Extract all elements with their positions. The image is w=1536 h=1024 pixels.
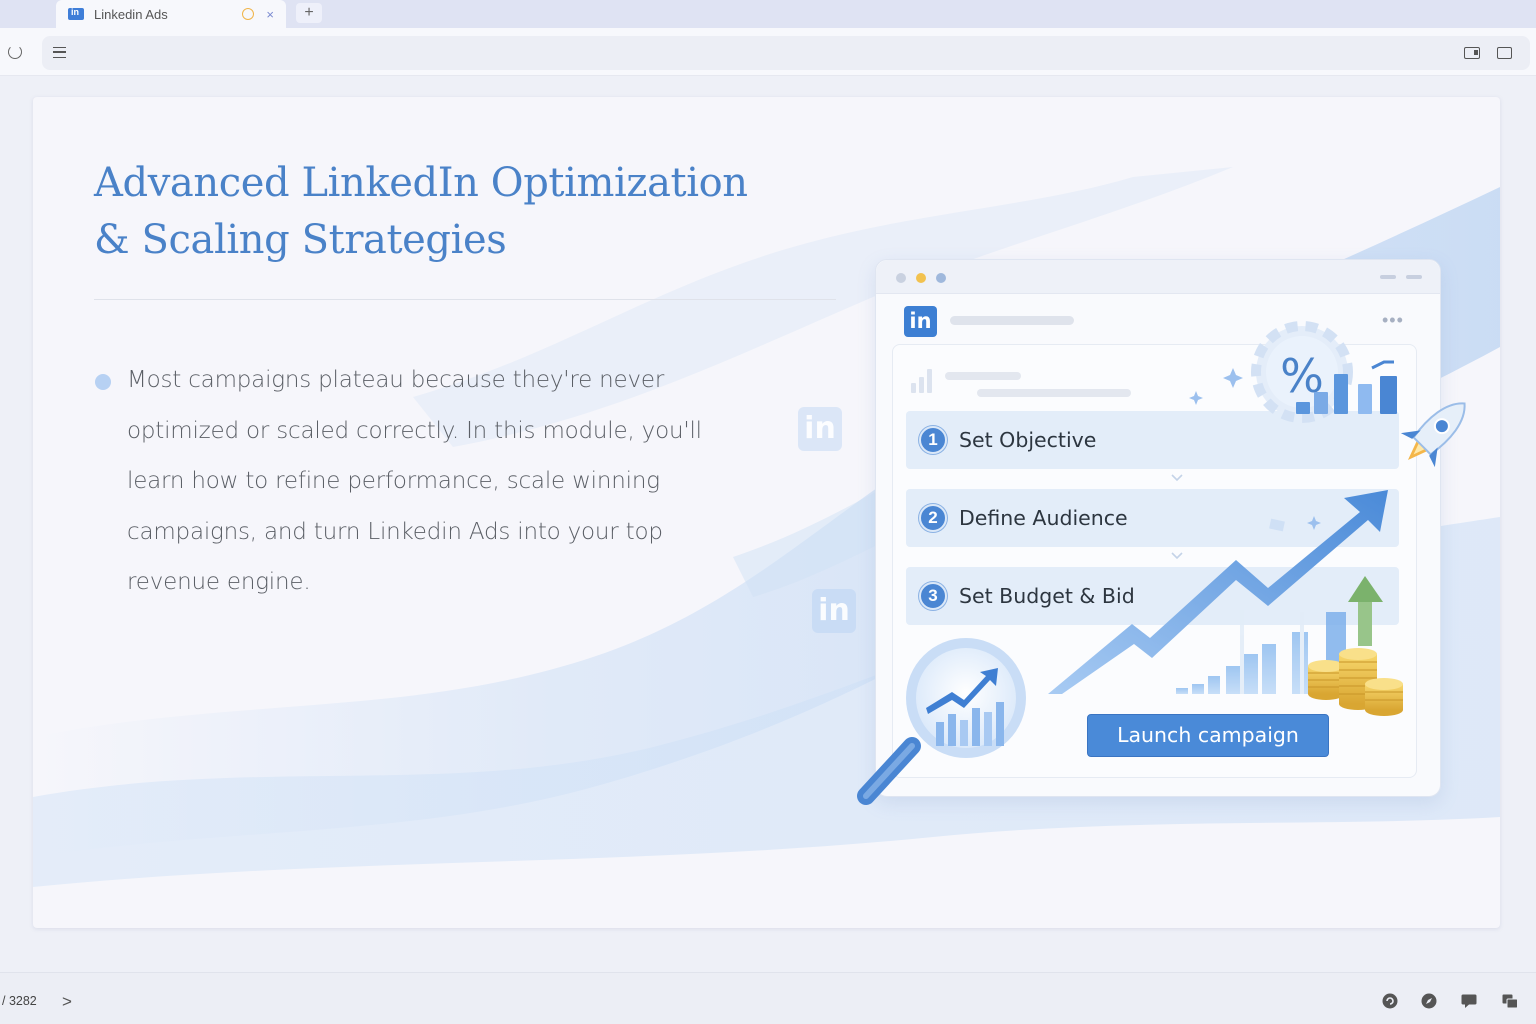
- title-line-2: & Scaling Strategies: [94, 217, 507, 263]
- timer-icon: [242, 8, 255, 20]
- browser-toolbar: [0, 28, 1536, 76]
- linkedin-watermark-icon: in: [812, 589, 856, 633]
- translate-icon[interactable]: [1382, 993, 1398, 1009]
- step-define-audience[interactable]: 2 Define Audience: [906, 489, 1399, 547]
- text-placeholder: [977, 389, 1131, 397]
- window-dot: [916, 273, 926, 283]
- header-placeholder: [950, 316, 1074, 325]
- step-set-objective[interactable]: 1 Set Objective: [906, 411, 1399, 469]
- browser-tab[interactable]: Linkedin Ads ×: [56, 0, 286, 28]
- step-set-budget-bid[interactable]: 3 Set Budget & Bid: [906, 567, 1399, 625]
- linkedin-watermark-icon: in: [798, 407, 842, 451]
- title-divider: [94, 299, 836, 300]
- tab-bar: Linkedin Ads × +: [0, 0, 1536, 28]
- menu-icon[interactable]: [53, 47, 66, 58]
- presentation-slide: Advanced LinkedIn Optimization & Scaling…: [33, 97, 1500, 928]
- window-control: [1380, 275, 1396, 279]
- page-counter: / 3282: [2, 994, 37, 1008]
- tab-title: Linkedin Ads: [94, 6, 168, 22]
- bullet-point: [95, 374, 111, 390]
- chevron-down-icon: [1171, 474, 1183, 482]
- step-label: Set Objective: [959, 428, 1097, 452]
- linkedin-logo-icon: in: [904, 306, 937, 337]
- step-label: Set Budget & Bid: [959, 584, 1135, 608]
- reader-view-icon[interactable]: [1464, 47, 1480, 59]
- slide-body-text: Most campaigns plateau because they're n…: [127, 367, 702, 595]
- step-number-badge: 2: [919, 504, 947, 532]
- launch-campaign-button[interactable]: Launch campaign: [1087, 714, 1329, 757]
- window-dot: [896, 273, 906, 283]
- more-options-icon: •••: [1382, 310, 1404, 330]
- linkedin-favicon-icon: [68, 7, 84, 20]
- window-control: [1406, 275, 1422, 279]
- bottom-status-bar: / 3282 >: [0, 972, 1536, 1024]
- step-number-badge: 3: [919, 582, 947, 610]
- campaign-panel: 1 Set Objective 2 Define Audience 3 Set …: [892, 344, 1417, 778]
- bar-chart-icon: [911, 369, 941, 393]
- title-line-1: Advanced LinkedIn Optimization: [94, 160, 748, 206]
- address-bar[interactable]: [42, 36, 1530, 70]
- chevron-down-icon: [1171, 552, 1183, 560]
- close-tab-icon[interactable]: ×: [266, 7, 274, 22]
- chat-icon[interactable]: [1461, 993, 1477, 1009]
- step-label: Define Audience: [959, 506, 1128, 530]
- window-titlebar: [876, 260, 1440, 294]
- windows-icon[interactable]: [1502, 993, 1518, 1009]
- next-page-button[interactable]: >: [62, 992, 72, 1012]
- step-number-badge: 1: [919, 426, 947, 454]
- window-icon[interactable]: [1497, 47, 1512, 59]
- slide-title: Advanced LinkedIn Optimization & Scaling…: [94, 155, 814, 269]
- text-placeholder: [945, 372, 1021, 380]
- compass-icon[interactable]: [1421, 993, 1437, 1009]
- window-dot: [936, 273, 946, 283]
- campaign-app-illustration: in ••• 1 Set Objective 2 Define Audience: [875, 259, 1441, 797]
- reload-icon[interactable]: [8, 45, 22, 59]
- new-tab-button[interactable]: +: [296, 3, 322, 23]
